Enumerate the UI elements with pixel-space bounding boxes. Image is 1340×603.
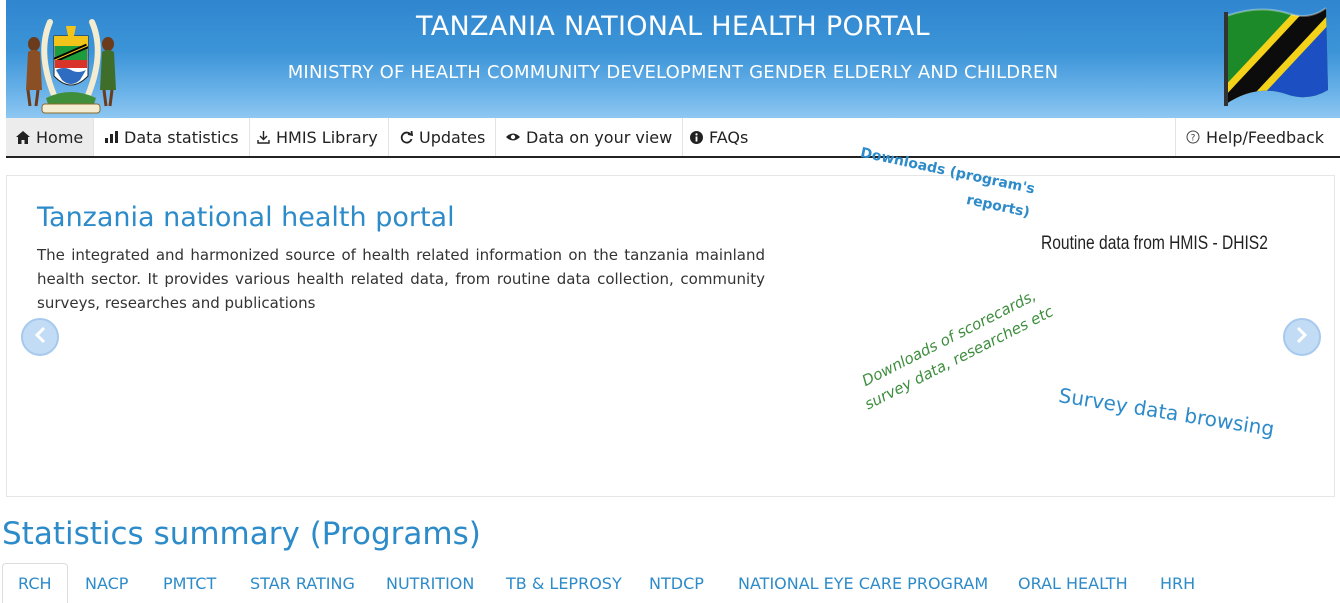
tanzania-flag-icon [1224,7,1328,106]
hero-carousel: Tanzania national health portal The inte… [6,145,1335,497]
nav-help-feedback[interactable]: ? Help/Feedback [1175,118,1334,156]
refresh-icon [400,130,413,144]
carousel-next-button[interactable] [1283,318,1321,356]
nav-updates[interactable]: Updates [390,118,497,156]
home-icon [16,130,30,144]
nav-data-statistics-label: Data statistics [124,127,239,147]
tab-rch[interactable]: RCH [2,563,68,603]
nav-data-on-your-view-label: Data on your view [526,127,673,147]
ministry-subtitle: MINISTRY OF HEALTH COMMUNITY DEVELOPMENT… [287,62,1059,83]
tab-national-eye-care-program[interactable]: NATIONAL EYE CARE PROGRAM [738,563,988,603]
chevron-left-icon [33,325,47,350]
page-title: TANZANIA NATIONAL HEALTH PORTAL [416,11,930,42]
header-banner: TANZANIA NATIONAL HEALTH PORTAL MINISTRY… [6,0,1340,118]
help-circle-icon: ? [1186,130,1200,144]
tab-nutrition[interactable]: NUTRITION [386,563,474,603]
carousel-title: Tanzania national health portal [37,202,455,233]
download-icon [257,130,270,144]
word-cloud-survey-browsing[interactable]: Survey data browsing [1057,383,1276,441]
nav-help-feedback-label: Help/Feedback [1206,127,1325,147]
info-icon [690,130,703,144]
main-navbar: Home Data statistics HMIS Library Update… [6,118,1340,158]
tab-tb-leprosy[interactable]: TB & LEPROSY [506,563,622,603]
statistics-section-title: Statistics summary (Programs) [2,516,481,552]
carousel-description: The integrated and harmonized source of … [37,246,765,312]
nav-home[interactable]: Home [6,118,95,156]
nav-hmis-library-label: HMIS Library [276,127,378,147]
nav-data-statistics[interactable]: Data statistics [95,118,250,156]
tab-pmtct[interactable]: PMTCT [163,563,216,603]
eye-icon [506,132,520,142]
tab-nacp[interactable]: NACP [85,563,128,603]
nav-updates-label: Updates [419,127,486,147]
svg-text:?: ? [1191,134,1196,144]
tab-hrh[interactable]: HRH [1160,563,1195,603]
bar-chart-icon [105,131,118,143]
tab-star-rating[interactable]: STAR RATING [250,563,355,603]
nav-hmis-library[interactable]: HMIS Library [247,118,389,156]
nav-home-label: Home [36,127,84,147]
nav-faqs[interactable]: FAQs [680,118,758,156]
carousel-prev-button[interactable] [21,318,59,356]
program-tabs: RCH NACP PMTCT STAR RATING NUTRITION TB … [2,563,1340,603]
nav-faqs-label: FAQs [709,127,749,147]
word-cloud-routine-data[interactable]: Routine data from HMIS - DHIS2 [1041,233,1268,255]
tab-ntdcp[interactable]: NTDCP [649,563,704,603]
chevron-right-icon [1295,325,1309,350]
word-cloud-downloads-scorecards[interactable]: Downloads of scorecards, survey data, re… [842,276,1067,420]
nav-data-on-your-view[interactable]: Data on your view [496,118,684,156]
tab-oral-health[interactable]: ORAL HEALTH [1018,563,1128,603]
